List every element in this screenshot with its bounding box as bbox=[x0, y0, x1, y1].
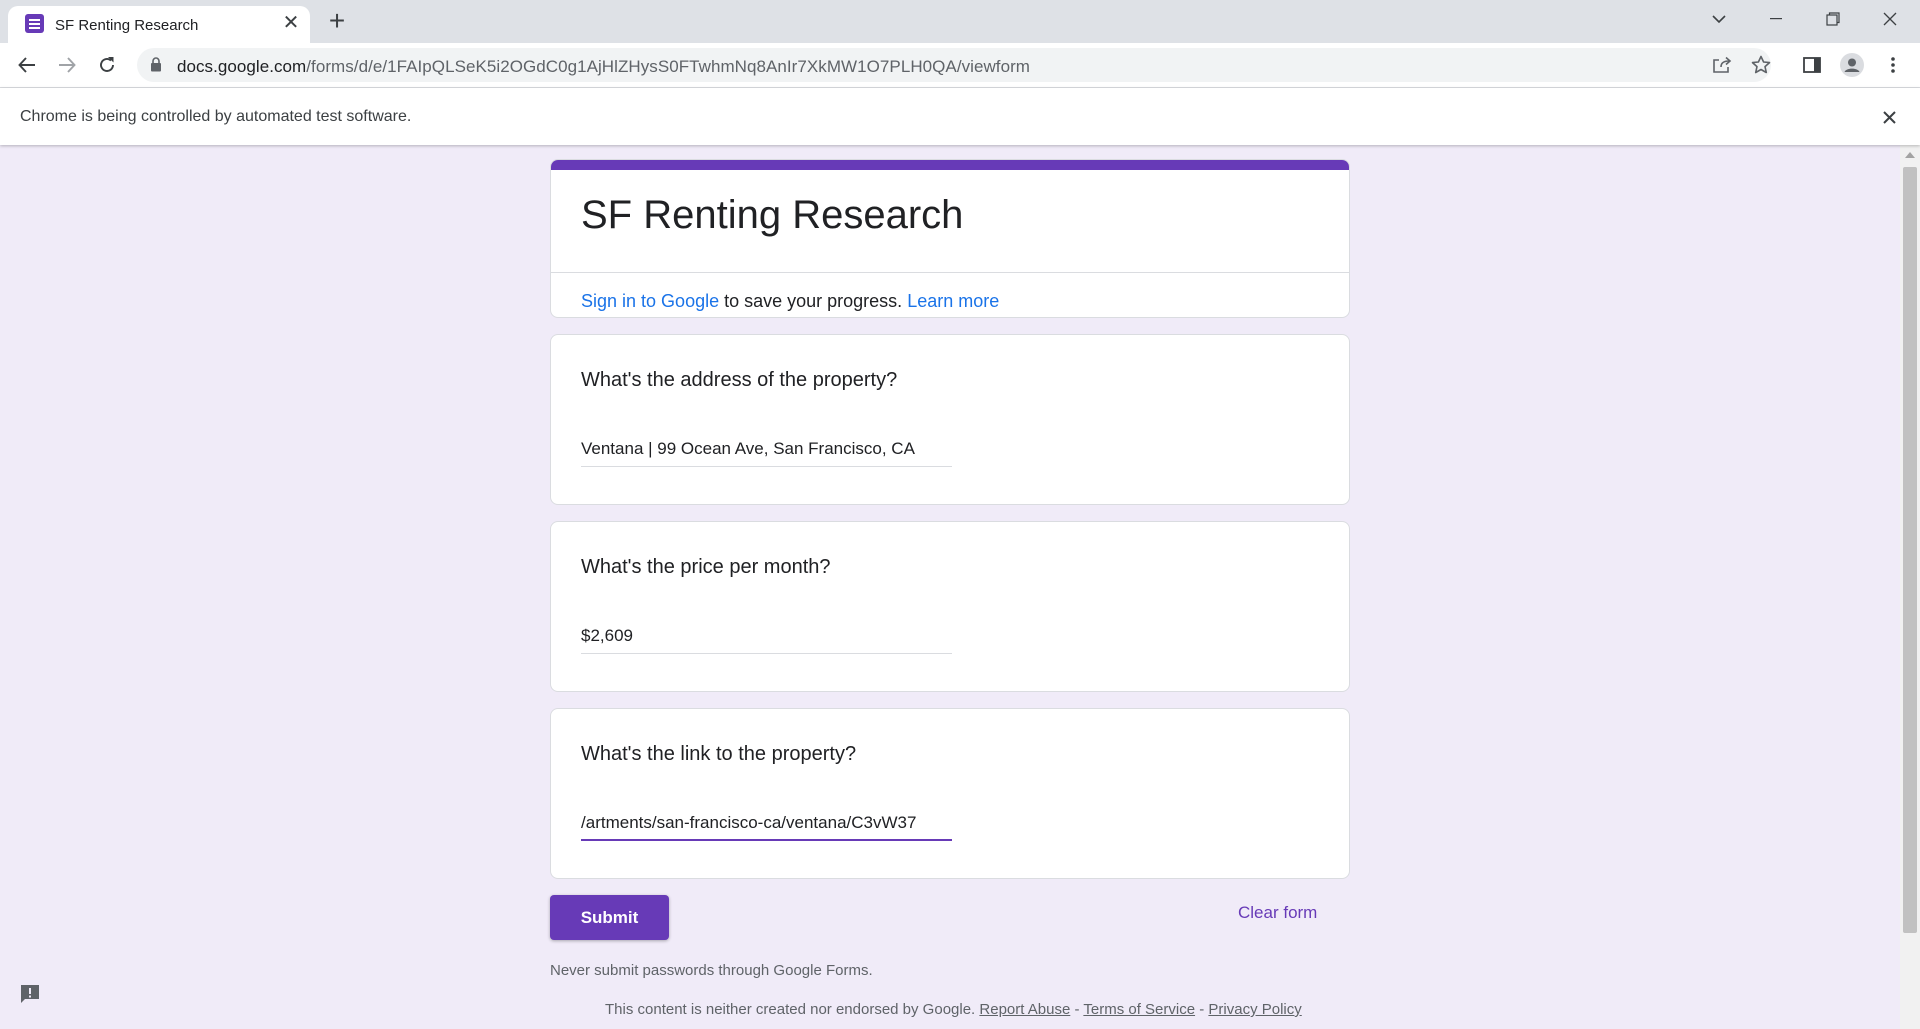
privacy-link[interactable]: Privacy Policy bbox=[1208, 1001, 1301, 1018]
clear-form-button[interactable]: Clear form bbox=[1238, 903, 1317, 923]
signin-prompt: Sign in to Google to save your progress.… bbox=[581, 291, 999, 312]
side-panel-icon[interactable] bbox=[1799, 52, 1825, 78]
question-label: What's the address of the property? bbox=[581, 369, 898, 391]
new-tab-icon[interactable]: + bbox=[322, 7, 352, 37]
close-icon[interactable]: ✕ bbox=[280, 12, 302, 34]
sign-in-link[interactable]: Sign in to Google bbox=[581, 291, 719, 311]
automation-infobar: Chrome is being controlled by automated … bbox=[0, 88, 1920, 145]
back-icon[interactable] bbox=[12, 50, 42, 80]
price-input[interactable] bbox=[581, 619, 952, 654]
form-footer: This content is neither created nor endo… bbox=[605, 1001, 1302, 1018]
header-divider bbox=[551, 272, 1349, 273]
question-label: What's the price per month? bbox=[581, 556, 831, 578]
browser-tab[interactable]: SF Renting Research ✕ bbox=[8, 6, 310, 43]
form-favicon-icon bbox=[25, 14, 44, 33]
tab-title: SF Renting Research bbox=[55, 17, 199, 34]
reload-icon[interactable] bbox=[92, 50, 122, 80]
infobar-close-icon[interactable] bbox=[1876, 104, 1902, 130]
address-bar[interactable]: docs.google.com/forms/d/e/1FAIpQLSeK5i2O… bbox=[137, 48, 1771, 82]
minimize-icon[interactable] bbox=[1748, 0, 1804, 38]
learn-more-link[interactable]: Learn more bbox=[907, 291, 999, 311]
submit-button[interactable]: Submit bbox=[550, 895, 669, 940]
profile-icon[interactable] bbox=[1839, 52, 1865, 78]
scroll-thumb[interactable] bbox=[1903, 167, 1917, 933]
question-label: What's the link to the property? bbox=[581, 743, 857, 765]
footer-disclaimer: This content is neither created nor endo… bbox=[605, 1001, 980, 1018]
report-abuse-link[interactable]: Report Abuse bbox=[979, 1001, 1070, 1018]
footer-separator: - bbox=[1195, 1001, 1209, 1018]
question-card-link: What's the link to the property? bbox=[550, 708, 1350, 879]
terms-link[interactable]: Terms of Service bbox=[1083, 1001, 1195, 1018]
window-close-icon[interactable] bbox=[1862, 0, 1918, 38]
form-title: SF Renting Research bbox=[581, 193, 964, 237]
tab-search-icon[interactable] bbox=[1691, 0, 1747, 38]
address-input[interactable] bbox=[581, 432, 952, 467]
restore-icon[interactable] bbox=[1805, 0, 1861, 38]
header-accent-bar bbox=[551, 160, 1349, 170]
question-card-address: What's the address of the property? bbox=[550, 334, 1350, 505]
password-warning: Never submit passwords through Google Fo… bbox=[550, 962, 873, 979]
signin-text: to save your progress. bbox=[719, 291, 908, 311]
link-input[interactable] bbox=[581, 806, 952, 841]
share-icon[interactable] bbox=[1710, 53, 1734, 77]
url-text[interactable]: docs.google.com/forms/d/e/1FAIpQLSeK5i2O… bbox=[177, 57, 1030, 77]
browser-toolbar: docs.google.com/forms/d/e/1FAIpQLSeK5i2O… bbox=[0, 43, 1920, 88]
tab-strip: SF Renting Research ✕ + bbox=[0, 0, 1920, 43]
more-icon[interactable] bbox=[1880, 52, 1906, 78]
infobar-message: Chrome is being controlled by automated … bbox=[20, 108, 412, 125]
footer-separator: - bbox=[1070, 1001, 1084, 1018]
question-card-price: What's the price per month? bbox=[550, 521, 1350, 692]
forward-icon[interactable] bbox=[52, 50, 82, 80]
page-scrollbar[interactable] bbox=[1900, 145, 1920, 1029]
feedback-icon[interactable] bbox=[17, 981, 43, 1007]
form-page: SF Renting Research Sign in to Google to… bbox=[0, 145, 1900, 1029]
lock-icon[interactable] bbox=[150, 57, 162, 77]
scroll-up-arrow-icon[interactable] bbox=[1905, 152, 1915, 158]
form-header-card: SF Renting Research Sign in to Google to… bbox=[550, 159, 1350, 318]
star-icon[interactable] bbox=[1749, 53, 1773, 77]
